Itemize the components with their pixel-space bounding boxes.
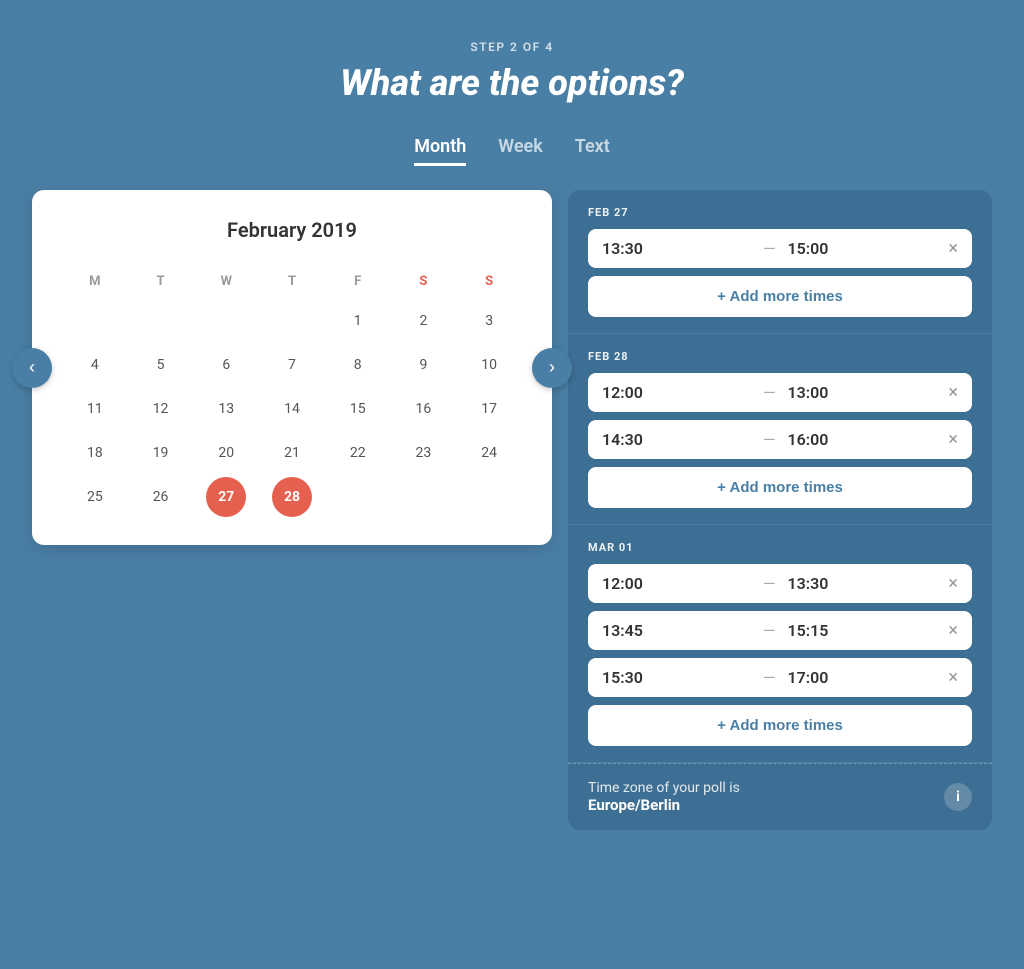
tab-text[interactable]: Text (575, 136, 610, 166)
day-header-w2: W (195, 266, 257, 297)
time-row-feb28-1: 14:30 — 16:00 × (588, 420, 972, 459)
date-section-mar01: MAR 01 12:00 — 13:30 × 13:45 — 15:15 × 15:30 — 17:0… (568, 525, 992, 763)
time-row-mar01-2: 15:30 — 17:00 × (588, 658, 972, 697)
calendar-title: February 2019 (64, 218, 520, 242)
time-row-feb27-0: 13:30 — 15:00 × (588, 229, 972, 268)
day-cell-13[interactable]: 13 (206, 389, 246, 429)
timezone-section: Time zone of your poll isEurope/Berlin i (568, 763, 992, 830)
remove-time-button[interactable]: × (948, 575, 958, 593)
time-end[interactable]: 13:30 (787, 574, 936, 593)
next-month-button[interactable]: › (532, 348, 572, 388)
day-cell-2[interactable]: 2 (403, 301, 443, 341)
tab-week[interactable]: Week (498, 136, 542, 166)
day-cell-empty (141, 301, 181, 341)
day-cell-15[interactable]: 15 (338, 389, 378, 429)
day-cell-21[interactable]: 21 (272, 433, 312, 473)
day-cell-4[interactable]: 4 (75, 345, 115, 385)
remove-time-button[interactable]: × (948, 669, 958, 687)
day-header-t3: T (261, 266, 323, 297)
day-cell-empty (338, 477, 378, 517)
day-cell-10[interactable]: 10 (469, 345, 509, 385)
calendar-container: ‹ February 2019 MTWTFSS12345678910111213… (32, 190, 552, 545)
remove-time-button[interactable]: × (948, 622, 958, 640)
day-cell-22[interactable]: 22 (338, 433, 378, 473)
day-cell-23[interactable]: 23 (403, 433, 443, 473)
day-cell-9[interactable]: 9 (403, 345, 443, 385)
timezone-info-icon[interactable]: i (944, 783, 972, 811)
add-more-times-button-mar01[interactable]: + Add more times (588, 705, 972, 746)
time-row-feb28-0: 12:00 — 13:00 × (588, 373, 972, 412)
day-cell-24[interactable]: 24 (469, 433, 509, 473)
time-dash: — (763, 430, 776, 449)
add-more-times-button-feb27[interactable]: + Add more times (588, 276, 972, 317)
day-header-s6: S (458, 266, 520, 297)
day-cell-1[interactable]: 1 (338, 301, 378, 341)
time-dash: — (763, 668, 776, 687)
day-cell-empty (75, 301, 115, 341)
date-label-mar01: MAR 01 (588, 541, 972, 554)
time-start[interactable]: 15:30 (602, 668, 751, 687)
time-end[interactable]: 16:00 (787, 430, 936, 449)
date-label-feb27: FEB 27 (588, 206, 972, 219)
date-label-feb28: FEB 28 (588, 350, 972, 363)
calendar: February 2019 MTWTFSS1234567891011121314… (32, 190, 552, 545)
time-start[interactable]: 12:00 (602, 574, 751, 593)
day-cell-27[interactable]: 27 (206, 477, 246, 517)
day-cell-empty (469, 477, 509, 517)
page-title: What are the options? (340, 62, 684, 104)
day-cell-11[interactable]: 11 (75, 389, 115, 429)
time-dash: — (763, 574, 776, 593)
day-cell-empty (403, 477, 443, 517)
day-header-m0: M (64, 266, 126, 297)
day-header-f4: F (327, 266, 389, 297)
day-cell-empty (206, 301, 246, 341)
day-cell-18[interactable]: 18 (75, 433, 115, 473)
time-dash: — (763, 383, 776, 402)
day-cell-28[interactable]: 28 (272, 477, 312, 517)
remove-time-button[interactable]: × (948, 431, 958, 449)
remove-time-button[interactable]: × (948, 240, 958, 258)
prev-month-button[interactable]: ‹ (12, 348, 52, 388)
time-end[interactable]: 13:00 (787, 383, 936, 402)
day-cell-7[interactable]: 7 (272, 345, 312, 385)
day-cell-14[interactable]: 14 (272, 389, 312, 429)
time-start[interactable]: 14:30 (602, 430, 751, 449)
time-end[interactable]: 15:00 (787, 239, 936, 258)
remove-time-button[interactable]: × (948, 384, 958, 402)
time-dash: — (763, 621, 776, 640)
day-cell-17[interactable]: 17 (469, 389, 509, 429)
day-cell-26[interactable]: 26 (141, 477, 181, 517)
day-cell-20[interactable]: 20 (206, 433, 246, 473)
day-header-t1: T (130, 266, 192, 297)
time-start[interactable]: 13:45 (602, 621, 751, 640)
tab-month[interactable]: Month (414, 136, 466, 166)
day-cell-12[interactable]: 12 (141, 389, 181, 429)
day-cell-3[interactable]: 3 (469, 301, 509, 341)
day-cell-6[interactable]: 6 (206, 345, 246, 385)
day-cell-empty (272, 301, 312, 341)
day-cell-5[interactable]: 5 (141, 345, 181, 385)
date-section-feb27: FEB 27 13:30 — 15:00 × + Add more times (568, 190, 992, 334)
time-end[interactable]: 15:15 (787, 621, 936, 640)
day-header-s5: S (393, 266, 455, 297)
timezone-text: Time zone of your poll isEurope/Berlin (588, 780, 740, 814)
main-content: ‹ February 2019 MTWTFSS12345678910111213… (32, 190, 992, 830)
time-dash: — (763, 239, 776, 258)
add-more-times-button-feb28[interactable]: + Add more times (588, 467, 972, 508)
day-cell-16[interactable]: 16 (403, 389, 443, 429)
time-start[interactable]: 12:00 (602, 383, 751, 402)
day-cell-8[interactable]: 8 (338, 345, 378, 385)
time-start[interactable]: 13:30 (602, 239, 751, 258)
time-row-mar01-1: 13:45 — 15:15 × (588, 611, 972, 650)
day-cell-25[interactable]: 25 (75, 477, 115, 517)
calendar-grid: MTWTFSS123456789101112131415161718192021… (64, 266, 520, 517)
day-cell-19[interactable]: 19 (141, 433, 181, 473)
time-row-mar01-0: 12:00 — 13:30 × (588, 564, 972, 603)
date-section-feb28: FEB 28 12:00 — 13:00 × 14:30 — 16:00 × + Add more… (568, 334, 992, 525)
time-end[interactable]: 17:00 (787, 668, 936, 687)
step-label: STEP 2 OF 4 (470, 40, 553, 54)
schedule-panel: FEB 27 13:30 — 15:00 × + Add more times FEB 28… (568, 190, 992, 830)
tab-bar: Month Week Text (414, 136, 610, 166)
